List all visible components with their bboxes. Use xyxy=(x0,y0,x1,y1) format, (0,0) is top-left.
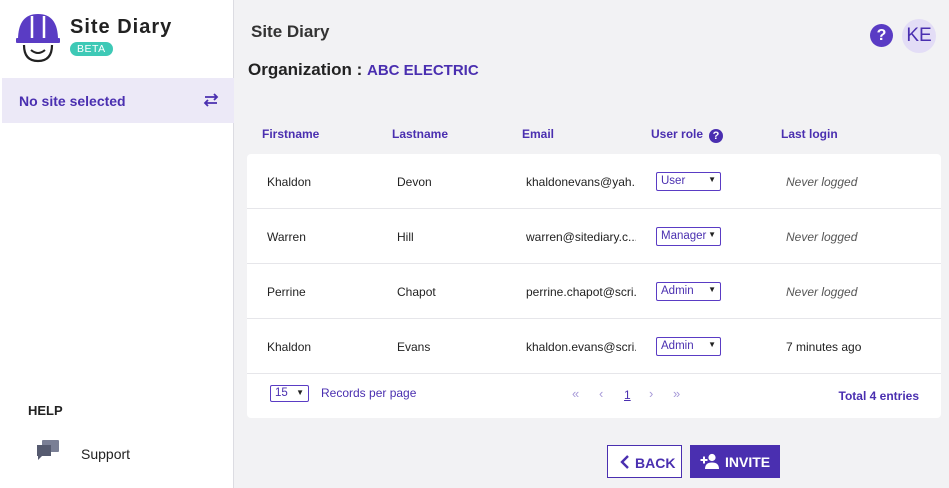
last-page-icon[interactable]: » xyxy=(673,386,680,401)
organization-name: ABC ELECTRIC xyxy=(367,62,479,79)
user-role-select[interactable]: Manager ▼ xyxy=(656,227,721,246)
user-role-value: User xyxy=(661,175,686,187)
column-header-user-role-label: User role xyxy=(651,127,704,141)
user-role-select[interactable]: Admin ▼ xyxy=(656,337,721,356)
cell-lastname: Hill xyxy=(397,230,414,244)
cell-last-login: 7 minutes ago xyxy=(786,340,862,354)
cell-lastname: Evans xyxy=(397,340,431,354)
cell-lastname: Chapot xyxy=(397,285,436,299)
cell-email: khaldon.evans@scri... xyxy=(526,340,636,354)
cell-firstname: Warren xyxy=(267,230,306,244)
next-page-icon[interactable]: › xyxy=(649,386,653,401)
site-selector[interactable]: No site selected xyxy=(2,78,234,123)
back-button-label: BACK xyxy=(635,455,676,471)
organization-label: Organization : xyxy=(248,60,363,79)
user-role-select[interactable]: Admin ▼ xyxy=(656,282,721,301)
sidebar-item-label: Support xyxy=(81,446,131,462)
caret-down-icon: ▼ xyxy=(708,230,716,239)
column-header-last-login[interactable]: Last login xyxy=(781,127,838,141)
user-role-value: Manager xyxy=(661,230,707,242)
beta-badge: BETA xyxy=(70,42,113,56)
cell-email: warren@sitediary.c... xyxy=(526,230,636,244)
hard-hat-logo-icon xyxy=(16,14,60,63)
cell-lastname: Devon xyxy=(397,175,432,189)
caret-down-icon: ▼ xyxy=(708,175,716,184)
table-row: Perrine Chapot perrine.chapot@scri... Ad… xyxy=(247,264,941,319)
invite-button-label: INVITE xyxy=(725,454,771,470)
cell-firstname: Khaldon xyxy=(267,175,312,189)
cell-last-login: Never logged xyxy=(786,230,858,244)
user-role-value: Admin xyxy=(661,285,694,297)
swap-arrows-icon[interactable] xyxy=(202,92,220,108)
records-per-page-label: Records per page xyxy=(321,386,417,400)
add-user-icon xyxy=(700,453,719,469)
sidebar-item-support[interactable]: Support xyxy=(36,437,226,467)
table-row: Warren Hill warren@sitediary.c... Manage… xyxy=(247,209,941,264)
column-header-user-role: User role? xyxy=(651,127,724,143)
cell-firstname: Perrine xyxy=(267,285,306,299)
chat-bubbles-icon xyxy=(37,440,59,460)
cell-email: perrine.chapot@scri... xyxy=(526,285,636,299)
page-size-value: 15 xyxy=(275,387,288,399)
help-heading: HELP xyxy=(28,403,63,418)
column-header-email[interactable]: Email xyxy=(522,127,554,141)
cell-email: khaldonevans@yah... xyxy=(526,175,636,189)
avatar[interactable]: KE xyxy=(902,19,936,53)
caret-down-icon: ▼ xyxy=(296,388,304,397)
previous-page-icon[interactable]: ‹ xyxy=(599,386,603,401)
site-selector-label: No site selected xyxy=(19,93,126,109)
chevron-left-icon xyxy=(620,455,629,469)
table-row: Khaldon Devon khaldonevans@yah... User ▼ … xyxy=(247,154,941,209)
invite-button[interactable]: INVITE xyxy=(690,445,780,478)
page-title: Site Diary xyxy=(251,22,330,41)
column-header-firstname[interactable]: Firstname xyxy=(262,127,319,141)
caret-down-icon: ▼ xyxy=(708,285,716,294)
user-role-select[interactable]: User ▼ xyxy=(656,172,721,191)
page-number-current[interactable]: 1 xyxy=(624,388,631,402)
column-header-lastname[interactable]: Lastname xyxy=(392,127,448,141)
organization-line: Organization : ABC ELECTRIC xyxy=(248,60,479,80)
cell-last-login: Never logged xyxy=(786,175,858,189)
question-icon[interactable]: ? xyxy=(709,129,724,143)
cell-last-login: Never logged xyxy=(786,285,858,299)
table-row: Khaldon Evans khaldon.evans@scri... Admi… xyxy=(247,319,941,374)
users-table: Khaldon Devon khaldonevans@yah... User ▼ … xyxy=(247,154,941,418)
caret-down-icon: ▼ xyxy=(708,340,716,349)
brand-name: Site Diary xyxy=(70,16,173,38)
sidebar: Site Diary BETA No site selected HELP Su… xyxy=(0,0,234,488)
cell-firstname: Khaldon xyxy=(267,340,312,354)
page-size-select[interactable]: 15 ▼ xyxy=(270,385,309,402)
user-role-value: Admin xyxy=(661,340,694,352)
help-icon[interactable]: ? xyxy=(870,24,893,47)
first-page-icon[interactable]: « xyxy=(572,386,579,401)
back-button[interactable]: BACK xyxy=(607,445,682,478)
total-entries: Total 4 entries xyxy=(838,389,919,403)
